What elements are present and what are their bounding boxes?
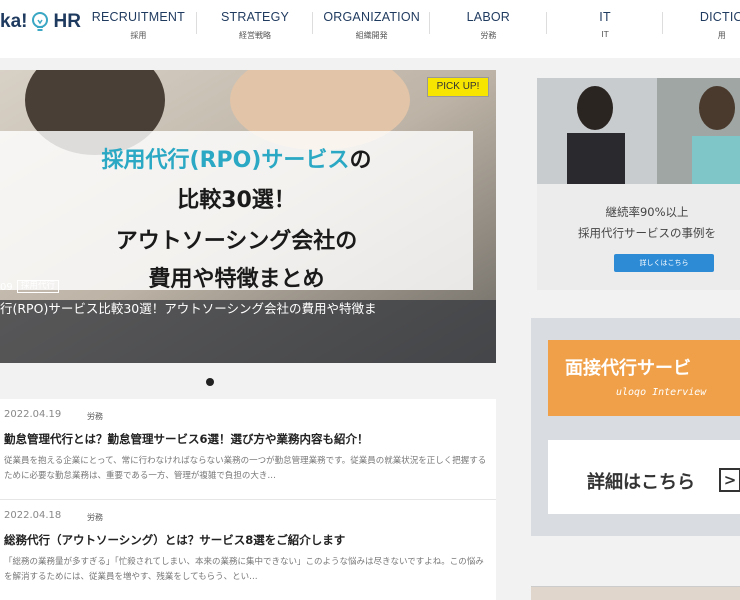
nav-label-en: RECRUITMENT [91,10,185,24]
banner-text-1: 継続率90%以上 [605,205,689,219]
slide-category-tag[interactable]: 採用代行 [17,280,60,293]
nav-item-recruitment[interactable]: RECRUITMENT 採用 [80,0,197,58]
pickup-badge: PICK UP! [427,77,489,97]
list-item[interactable]: 2022.04.18 労務 総務代行（アウトソーシング）とは？サービス8選をご紹… [0,499,496,599]
nav-item-it[interactable]: IT IT [547,0,664,58]
nav-label-en: DICTIO [699,10,740,24]
nav-label-en: LABOR [466,10,511,24]
article-date: 2022.04.18 [4,510,62,521]
article-category[interactable]: 労務 [87,411,103,422]
page: ka! HR RECRUITMENT 採用 STRATEGY 経営戦略 ORGA… [0,0,740,600]
slide-title[interactable]: 行(RPO)サービス比較30選！アウトソーシング会社の費用や特徴ま [0,298,496,317]
article-title[interactable]: 総務代行（アウトソーシング）とは？サービス8選をご紹介します [4,532,345,548]
banner-cta-text: 詳細はこちら [587,472,695,493]
slide-date: 09 [0,282,13,293]
sidebar-banner-rpo[interactable]: 継続率90%以上 採用代行サービスの事例を 詳しくはこちら [537,78,740,290]
banner-title: 面接代行サービ [565,358,691,379]
slider-dot-active[interactable] [206,378,214,386]
nav-label-ja: 組織開発 [355,31,388,40]
nav-label-ja: 採用 [130,31,147,40]
nav-item-organization[interactable]: ORGANIZATION 組織開発 [313,0,430,58]
site-logo[interactable]: ka! HR [0,8,81,36]
logo-suffix: HR [53,11,81,32]
banner-photo [537,78,740,184]
details-button[interactable]: 詳しくはこちら [614,254,714,272]
sidebar-banner-partial[interactable] [531,586,740,600]
nav-label-ja: 用 [717,31,726,40]
hero-line-1: 採用代行(RPO)サービスの [0,142,473,174]
lightbulb-icon [32,12,49,31]
hero-line-4: 費用や特徴まとめ [148,267,325,292]
article-title[interactable]: 勤怠管理代行とは？勤怠管理サービス6選！選び方や業務内容も紹介！ [4,431,369,447]
nav-item-labor[interactable]: LABOR 労務 [430,0,547,58]
nav-label-en: IT [599,10,611,24]
hero-particle: の [349,148,372,173]
list-item[interactable]: 2022.04.19 労務 勤怠管理代行とは？勤怠管理サービス6選！選び方や業務… [0,399,496,499]
nav-label-ja: 経営戦略 [239,31,271,40]
site-header: ka! HR RECRUITMENT 採用 STRATEGY 経営戦略 ORGA… [0,0,740,58]
hero-line-2: 比較30選！ [177,188,296,213]
banner-text-2: 採用代行サービスの事例を [578,226,716,240]
nav-label-ja: 労務 [480,31,497,40]
article-excerpt: 「総務の業務量が多すぎる」「忙殺されてしまい、本来の業務に集中できない」このよう… [4,557,484,582]
article-excerpt: 従業員を抱える企業にとって、常に行わなければならない業務の一つが勤怠管理業務です… [4,456,487,481]
main-nav: RECRUITMENT 採用 STRATEGY 経営戦略 ORGANIZATIO… [80,0,740,58]
pickup-slider[interactable]: PICK UP! 採用代行(RPO)サービスの 比較30選！ アウトソーシング会… [0,70,496,363]
nav-label-en: STRATEGY [220,10,290,24]
banner-subtitle: uloqo Interview [616,387,707,398]
article-date: 2022.04.19 [4,409,62,420]
hero-highlight: 採用代行(RPO)サービス [101,148,350,173]
logo-prefix: ka! [0,11,28,32]
nav-item-dictionary[interactable]: DICTIO 用 [663,0,740,58]
nav-label-ja: IT [601,30,609,39]
nav-label-en: ORGANIZATION [323,10,420,24]
article-category[interactable]: 労務 [87,512,103,523]
sidebar-banner-interview[interactable]: 面接代行サービ uloqo Interview 詳細はこちら > [531,318,740,536]
hero-line-3: アウトソーシング会社の [115,229,358,254]
nav-item-strategy[interactable]: STRATEGY 経営戦略 [197,0,314,58]
article-list: 2022.04.19 労務 勤怠管理代行とは？勤怠管理サービス6選！選び方や業務… [0,399,496,600]
chevron-right-icon[interactable]: > [719,468,740,492]
